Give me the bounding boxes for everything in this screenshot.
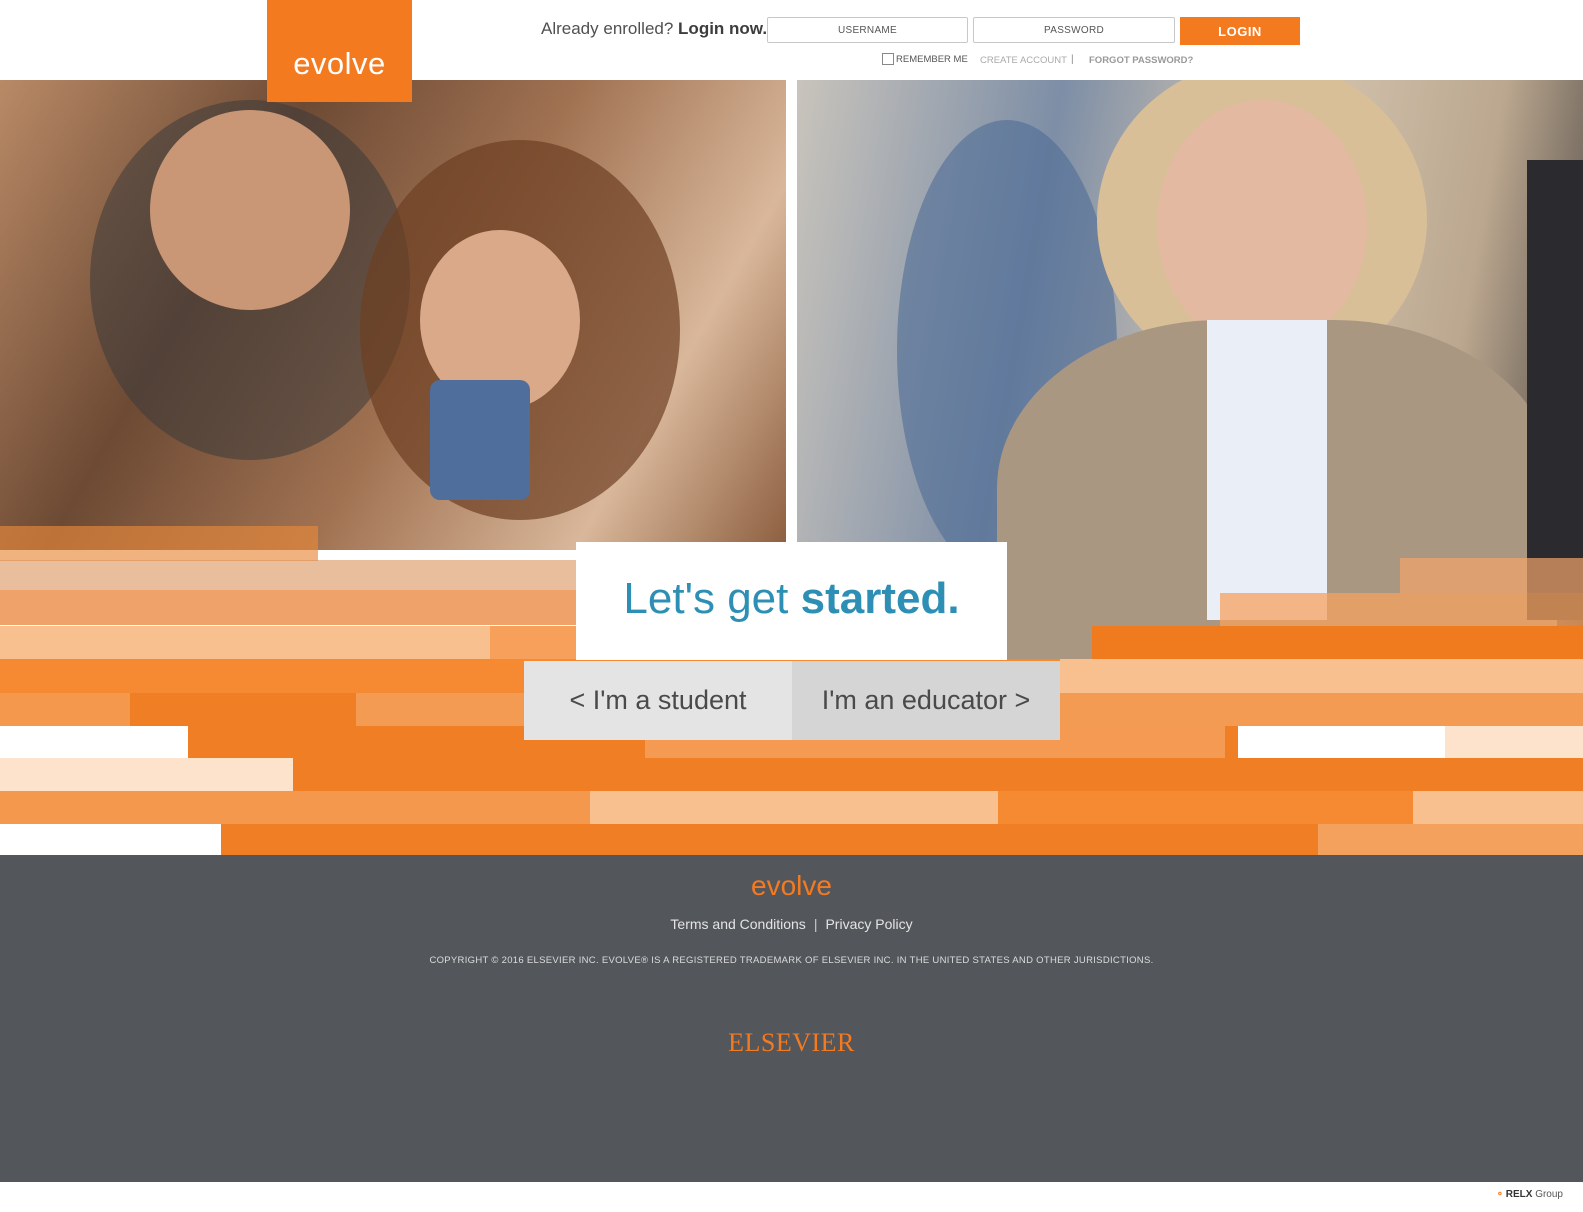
enrolled-prefix: Already enrolled?	[541, 19, 674, 38]
forgot-password-link[interactable]: FORGOT PASSWORD?	[1089, 55, 1193, 66]
student-face-male	[150, 110, 350, 310]
title-light: Let's get	[623, 574, 801, 623]
remember-me-checkbox[interactable]	[882, 53, 894, 65]
bookshelf	[1527, 160, 1583, 620]
login-now-text: Login now.	[678, 19, 768, 38]
student-button[interactable]: < I'm a student	[524, 661, 792, 740]
students-photo	[0, 80, 786, 550]
educator-face	[1157, 100, 1367, 350]
relx-bold: RELX	[1505, 1189, 1533, 1200]
login-button[interactable]: LOGIN	[1180, 17, 1300, 45]
username-input[interactable]	[767, 17, 968, 43]
top-header: Already enrolled? Login now. LOGIN REMEM…	[0, 0, 1583, 80]
footer-evolve-logo[interactable]: evolve	[0, 870, 1583, 902]
remember-me[interactable]: REMEMBER ME	[882, 53, 968, 65]
elsevier-logo[interactable]: ELSEVIER	[0, 1028, 1583, 1058]
footer: evolve Terms and Conditions | Privacy Poli…	[0, 855, 1583, 1182]
link-separator: |	[1071, 54, 1074, 65]
relx-mark-icon: ∘	[1496, 1189, 1503, 1200]
educator-shirt	[1207, 320, 1327, 620]
enrolled-text: Already enrolled? Login now.	[541, 19, 767, 39]
page-title: Let's get started.	[576, 542, 1007, 660]
terms-link[interactable]: Terms and Conditions	[670, 916, 805, 932]
relx-rest: Group	[1532, 1189, 1563, 1200]
relx-group-logo[interactable]: ∘ RELX Group	[1497, 1189, 1563, 1200]
title-bold: started.	[800, 574, 960, 623]
create-account-link[interactable]: CREATE ACCOUNT	[980, 55, 1067, 66]
remember-me-label: REMEMBER ME	[896, 53, 968, 65]
student-collar	[430, 380, 530, 500]
educator-button[interactable]: I'm an educator >	[792, 661, 1060, 740]
password-input[interactable]	[973, 17, 1175, 43]
copyright-text: COPYRIGHT © 2016 ELSEVIER INC. EVOLVE® I…	[429, 955, 1154, 966]
privacy-link[interactable]: Privacy Policy	[825, 916, 912, 932]
page: Already enrolled? Login now. LOGIN REMEM…	[0, 0, 1583, 1212]
footer-links: Terms and Conditions | Privacy Policy	[0, 916, 1583, 932]
footer-link-separator: |	[813, 916, 818, 932]
evolve-logo[interactable]: evolve	[267, 0, 412, 102]
